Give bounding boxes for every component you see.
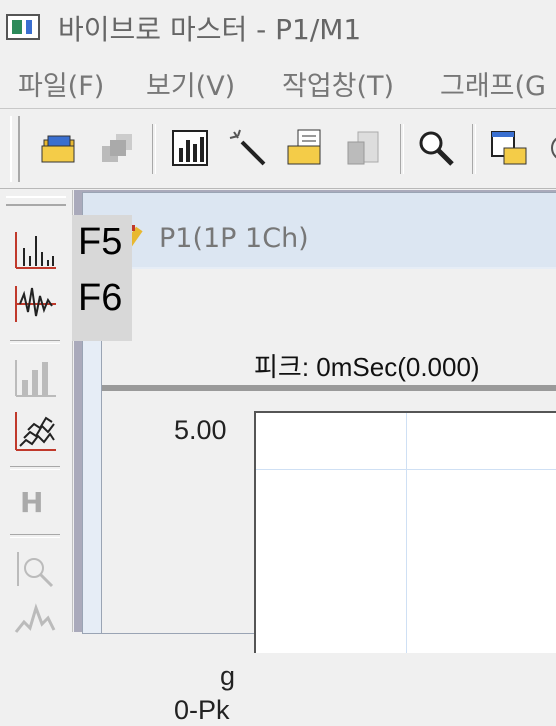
folder-doc-icon[interactable] xyxy=(286,128,326,168)
bar-chart-icon[interactable] xyxy=(170,128,210,168)
toolbar-separator xyxy=(472,124,476,174)
tooltip-f6: F6 xyxy=(78,277,123,319)
window-title: 바이브로 마스터 - P1/M1 xyxy=(58,13,362,46)
title-bar: 바이브로 마스터 - P1/M1 xyxy=(0,0,556,56)
open-folder-icon[interactable] xyxy=(40,128,80,168)
toolbar-separator xyxy=(400,124,404,174)
network-icon[interactable] xyxy=(98,128,138,168)
menu-file[interactable]: 파일(F) xyxy=(18,64,104,103)
grid-line xyxy=(406,413,407,653)
menu-bar: 파일(F) 보기(V) 작업창(T) 그래프(G xyxy=(0,56,556,109)
menu-graph[interactable]: 그래프(G xyxy=(440,64,546,103)
app-icon[interactable] xyxy=(6,14,40,40)
toolbar-overflow-icon[interactable] xyxy=(544,128,556,168)
plot-area[interactable] xyxy=(254,411,556,653)
y-axis-max-label: 5.00 xyxy=(174,415,227,445)
wave-icon[interactable] xyxy=(12,280,58,326)
window-folder-icon[interactable] xyxy=(488,128,528,168)
hold-button[interactable]: H xyxy=(20,486,43,519)
toolbar-separator xyxy=(152,124,156,174)
left-toolbar-separator xyxy=(10,534,60,538)
spectrum-icon[interactable] xyxy=(12,226,58,272)
shortcut-tooltip: F5 F6 xyxy=(72,215,132,341)
waterfall-icon[interactable] xyxy=(12,408,58,454)
left-toolbar-separator xyxy=(10,340,60,344)
menu-window[interactable]: 작업창(T) xyxy=(282,64,394,103)
main-toolbar xyxy=(0,110,556,189)
toolbar-grip[interactable] xyxy=(10,116,20,182)
menu-view[interactable]: 보기(V) xyxy=(146,64,235,103)
child-body: 피크: 0mSec(0.000) 5.00 g 0-Pk xyxy=(101,269,556,725)
y-axis-unit: g xyxy=(220,661,236,691)
child-title-bar[interactable]: P1(1P 1Ch) xyxy=(83,193,556,267)
magic-wand-icon[interactable] xyxy=(228,128,268,168)
zoom-disabled-icon[interactable] xyxy=(12,546,58,592)
grid-line xyxy=(256,469,556,470)
child-window: P1(1P 1Ch) 피크: 0mSec(0.000) 5.00 g 0-Pk xyxy=(82,192,556,725)
save-doc-icon[interactable] xyxy=(344,128,384,168)
bar-chart-disabled-icon[interactable] xyxy=(12,354,58,400)
left-toolbar: H xyxy=(0,190,73,633)
peak-readout: 피크: 0mSec(0.000) xyxy=(254,352,480,382)
left-toolbar-separator xyxy=(10,466,60,470)
child-window-title: P1(1P 1Ch) xyxy=(159,223,309,254)
peak-disabled-icon[interactable] xyxy=(12,602,58,648)
tooltip-f5: F5 xyxy=(78,221,123,263)
divider xyxy=(102,385,556,391)
left-toolbar-grip[interactable] xyxy=(6,196,66,206)
magnify-icon[interactable] xyxy=(416,128,456,168)
y-axis-unit-type: 0-Pk xyxy=(174,695,230,725)
